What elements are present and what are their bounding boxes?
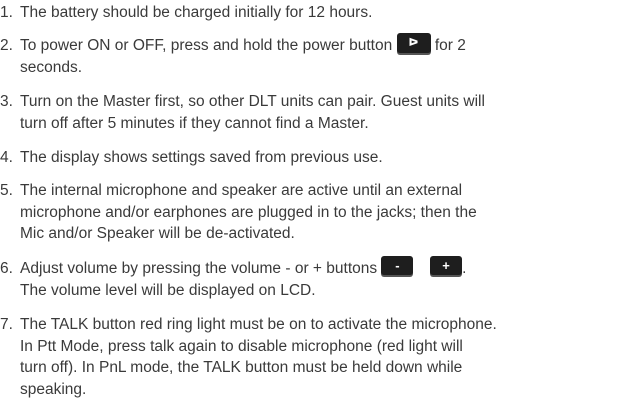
item-text-line: The TALK button red ring light must be o…	[20, 316, 497, 333]
item-number: 7.	[0, 316, 13, 333]
item-text: To power ON or OFF, press and hold the p…	[20, 37, 393, 54]
item-text-line: seconds.	[20, 58, 83, 76]
item-text-line: The volume level will be displayed on LC…	[20, 281, 316, 299]
item-text: Adjust volume by pressing the volume - o…	[20, 260, 378, 277]
item-text-line: To power ON or OFF, press and hold the p…	[20, 32, 466, 57]
item-text-line: The internal microphone and speaker are …	[20, 182, 463, 199]
item-text-line: microphone and/or earphones are plugged …	[20, 203, 477, 221]
item-text-line: Mic and/or Speaker will be de-activated.	[20, 225, 295, 242]
item-number: 1.	[0, 4, 13, 21]
item-text-line: The battery should be charged initially …	[20, 4, 373, 21]
item-text-line: turn off). In PnL mode, the TALK button …	[20, 359, 463, 376]
item-number: 2.	[0, 37, 13, 54]
volume-down-button-icon: -	[381, 256, 414, 276]
item-text-line: speaking.	[20, 380, 87, 398]
item-text: for 2	[434, 37, 466, 54]
item-text: .	[462, 260, 467, 277]
item-text-line: Turn on the Master first, so other DLT u…	[20, 93, 485, 110]
item-text-line: The display shows settings saved from pr…	[20, 149, 383, 166]
power-button-icon: ᐅ	[396, 32, 431, 53]
instructions-document: 1. The battery should be charged initial…	[0, 0, 630, 409]
item-number: 3.	[0, 93, 13, 110]
item-text-line: In Ptt Mode, press talk again to disable…	[20, 337, 463, 355]
item-text-line: Adjust volume by pressing the volume - o…	[20, 256, 467, 280]
item-number: 4.	[0, 149, 13, 166]
volume-up-button-icon: +	[430, 256, 463, 276]
item-number: 5.	[0, 182, 13, 199]
item-number: 6.	[0, 260, 13, 277]
item-text-line: turn off after 5 minutes if they cannot …	[20, 114, 369, 132]
